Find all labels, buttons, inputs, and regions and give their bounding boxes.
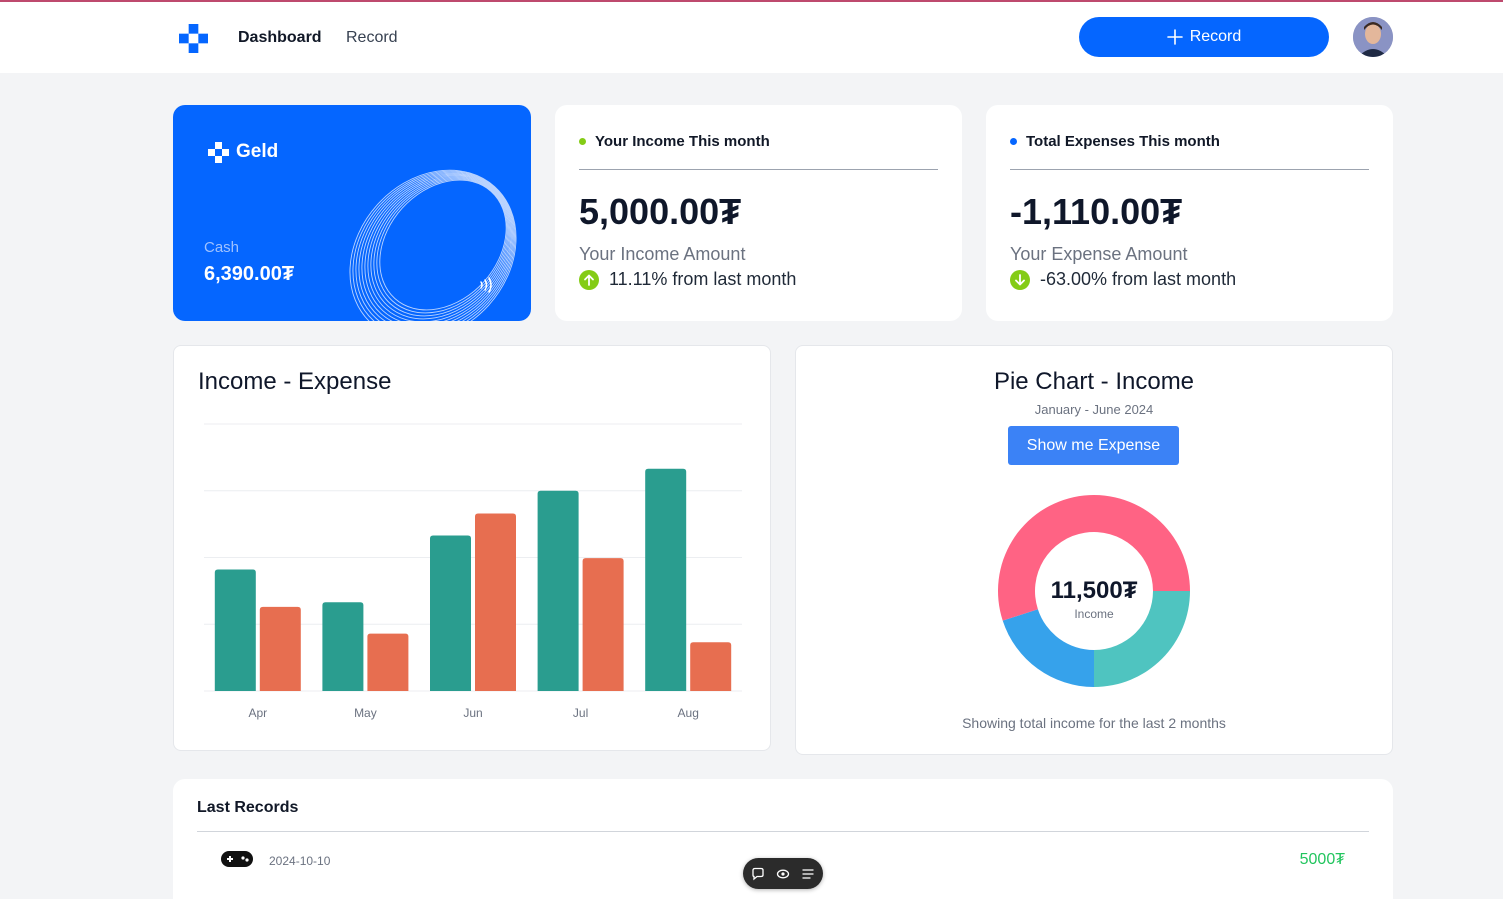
expense-card-header: Total Expenses This month: [1010, 133, 1220, 150]
donut-center-value: 11,500₮: [1051, 577, 1138, 604]
donut-slice[interactable]: [1094, 591, 1190, 687]
income-expense-bar-chart: Apr May Jun Jul Aug: [204, 423, 742, 720]
comment-icon[interactable]: [750, 866, 766, 882]
list-icon[interactable]: [800, 866, 816, 882]
record-amount: 5000₮: [1299, 851, 1345, 868]
record-date: 2024-10-10: [269, 854, 331, 868]
expense-card-title: Total Expenses This month: [1026, 133, 1220, 150]
x-tick-label: Jul: [573, 706, 588, 720]
income-bar[interactable]: [322, 602, 364, 691]
income-card-header: Your Income This month: [579, 133, 770, 150]
expense-bar[interactable]: [259, 606, 301, 691]
contactless-icon: [480, 277, 492, 293]
cash-balance: 6,390.00₮: [204, 263, 295, 285]
income-bar[interactable]: [537, 490, 579, 691]
divider: [197, 831, 1369, 832]
plus-icon: [1166, 29, 1183, 45]
expense-bar[interactable]: [367, 633, 409, 691]
nav-record-link[interactable]: Record: [346, 28, 398, 48]
divider: [579, 169, 938, 170]
geld-logo-icon: [208, 141, 229, 163]
income-bar[interactable]: [214, 569, 256, 691]
nav-dashboard-link[interactable]: Dashboard: [238, 28, 322, 48]
x-tick-label: May: [354, 706, 377, 720]
expense-trend: -63.00% from last month: [1010, 269, 1236, 290]
income-donut-chart: 11,500₮ Income: [998, 495, 1190, 687]
user-avatar[interactable]: [1353, 17, 1393, 57]
arrow-up-circle-icon: [579, 269, 599, 290]
last-records-title: Last Records: [197, 799, 299, 816]
expense-dot-icon: [1010, 138, 1017, 145]
expense-subtitle: Your Expense Amount: [1010, 244, 1188, 264]
add-record-button[interactable]: Record: [1079, 17, 1329, 57]
income-expense-panel: Income - Expense Apr May Jun Jul Aug: [173, 345, 771, 751]
income-card: Your Income This month 5,000.00₮ Your In…: [555, 105, 962, 321]
avatar-image-icon: [1353, 17, 1393, 57]
eye-icon[interactable]: [775, 866, 791, 882]
x-tick-label: Apr: [248, 706, 267, 720]
floating-toolbar: [743, 858, 823, 889]
divider: [1010, 169, 1369, 170]
x-tick-label: Aug: [678, 706, 699, 720]
pie-chart-footer: Showing total income for the last 2 mont…: [962, 715, 1226, 731]
donut-center-label: Income: [1074, 607, 1114, 621]
income-card-title: Your Income This month: [595, 133, 770, 150]
income-dot-icon: [579, 138, 586, 145]
add-record-label: Record: [1189, 28, 1242, 45]
card-rings-decoration: [349, 169, 517, 321]
card-brand-name: Geld: [236, 141, 279, 162]
gamepad-icon: [221, 851, 253, 867]
income-bar[interactable]: [430, 535, 471, 691]
income-subtitle: Your Income Amount: [579, 244, 746, 264]
expense-bar[interactable]: [690, 642, 732, 691]
navbar: Dashboard Record Record: [0, 2, 1503, 73]
pie-chart-panel: Pie Chart - Income January - June 2024 S…: [795, 345, 1393, 755]
expense-value: -1,110.00₮: [1010, 191, 1183, 232]
income-trend-text: 11.11% from last month: [609, 269, 797, 289]
expense-bar[interactable]: [582, 558, 624, 691]
income-value: 5,000.00₮: [579, 191, 742, 232]
expense-card: Total Expenses This month -1,110.00₮ You…: [986, 105, 1393, 321]
arrow-down-circle-icon: [1010, 269, 1030, 290]
cash-label: Cash: [204, 239, 240, 256]
geld-logo-icon[interactable]: [179, 24, 208, 53]
income-trend: 11.11% from last month: [579, 269, 796, 290]
expense-bar[interactable]: [475, 513, 516, 691]
x-tick-label: Jun: [463, 706, 482, 720]
income-bar[interactable]: [645, 468, 687, 691]
expense-trend-text: -63.00% from last month: [1040, 269, 1237, 289]
cash-card: Geld Cash 6,390.00₮: [173, 105, 531, 321]
card-brand: Geld: [208, 141, 278, 163]
